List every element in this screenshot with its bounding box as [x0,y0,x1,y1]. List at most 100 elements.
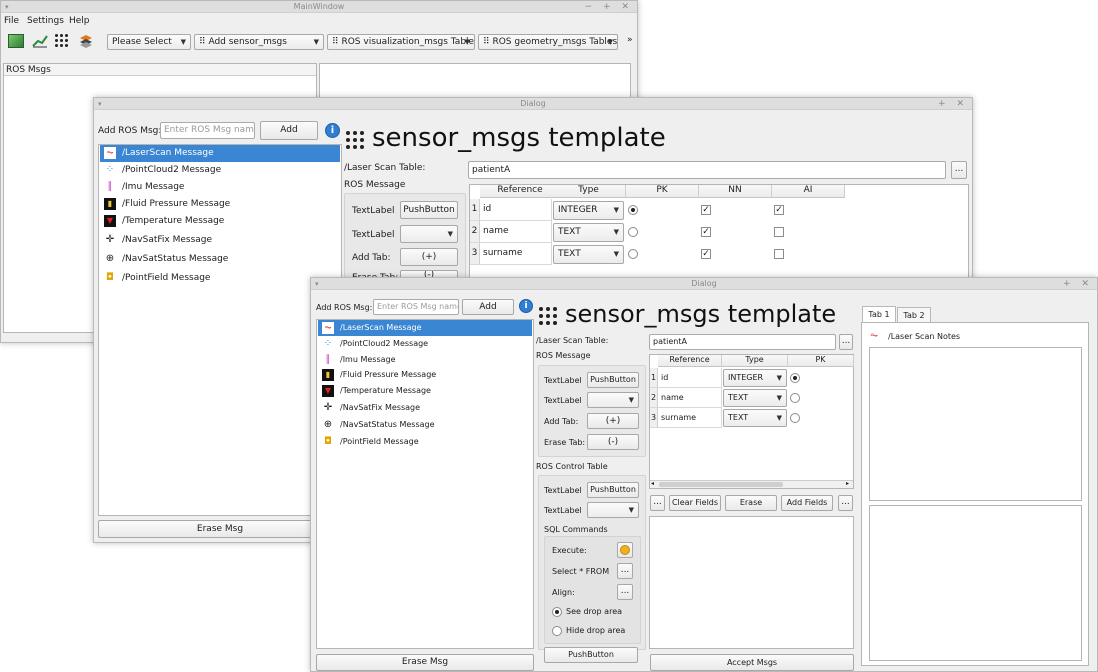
horizontal-scrollbar[interactable]: ◂ ▸ [650,480,853,488]
type-combo[interactable]: INTEGER ▼ [553,201,624,220]
menu-file[interactable]: File [4,16,19,26]
add-button[interactable]: Add [462,299,514,315]
table-header-reference[interactable]: Reference [658,355,722,367]
list-item[interactable]: ✛ /NavSatFix Message [100,232,340,249]
table-header-type[interactable]: Type [722,355,788,367]
type-combo[interactable]: TEXT ▼ [723,389,787,407]
grid-dots-icon[interactable] [55,34,69,48]
table-more-button[interactable]: ... [951,161,967,179]
hide-drop-radio[interactable] [552,626,562,636]
fields-more-right-button[interactable]: ... [838,495,853,511]
window-menu-icon[interactable]: ▾ [98,98,102,110]
ref-cell[interactable]: id [658,368,722,388]
notes-area-top[interactable] [869,347,1082,501]
table-header-pk[interactable]: PK [788,355,854,367]
ref-cell[interactable]: id [480,199,552,221]
list-item[interactable]: ▮ /Fluid Pressure Message [100,196,340,213]
erase-msg-button[interactable]: Erase Msg [98,520,342,538]
scroll-left-icon[interactable]: ◂ [651,480,654,487]
drop-area[interactable] [649,516,854,649]
ai-checkbox[interactable] [774,227,784,237]
window-controls[interactable]: − + ✕ [585,1,633,13]
type-combo[interactable]: INTEGER ▼ [723,369,787,387]
list-item[interactable]: ▼ /Temperature Message [318,383,532,399]
ros-vis-combo[interactable]: ⠿ ROS visualization_msgs Tables ▼ [327,34,475,50]
fields-more-left-button[interactable]: ... [650,495,665,511]
pk-radio[interactable] [628,249,638,259]
dialog-front-titlebar[interactable]: ▾ Dialog + ✕ [311,278,1097,290]
pk-radio[interactable] [790,373,800,383]
window-menu-icon[interactable]: ▾ [5,1,9,13]
scroll-right-icon[interactable]: ▸ [846,480,849,487]
dialog-back-titlebar[interactable]: ▾ Dialog + ✕ [94,98,972,110]
push-button-bottom[interactable]: PushButton [544,647,638,663]
please-select-combo[interactable]: Please Select ▼ [107,34,191,50]
list-item[interactable]: ⏦ /LaserScan Message [318,320,532,336]
list-item[interactable]: ⊕ /NavSatStatus Message [100,251,340,268]
menu-help[interactable]: Help [69,16,90,26]
chart-green-icon[interactable] [8,34,24,48]
list-item[interactable]: ✛ /NavSatFix Message [318,400,532,416]
list-item[interactable]: ∥ /Imu Message [318,352,532,368]
line-chart-icon[interactable] [32,34,48,48]
ros-msg-name-input[interactable]: Enter ROS Msg name [160,122,255,139]
ai-checkbox[interactable]: ✓ [774,205,784,215]
ros-msg-name-input[interactable]: Enter ROS Msg name [373,299,459,315]
push-button[interactable]: PushButton [400,201,458,219]
type-combo[interactable]: TEXT ▼ [553,223,624,242]
pk-radio[interactable] [628,205,638,215]
window-controls[interactable]: + ✕ [1063,278,1093,290]
list-item[interactable]: ◘ /PointField Message [100,270,340,287]
textlabel-combo[interactable]: ▼ [587,502,639,518]
list-item[interactable]: ⊕ /NavSatStatus Message [318,417,532,433]
layers-icon[interactable] [79,34,93,48]
table-name-input[interactable]: patientA [468,161,946,179]
ref-cell[interactable]: surname [480,243,552,265]
nn-checkbox[interactable]: ✓ [701,205,711,215]
table-header-type[interactable]: Type [552,185,626,198]
push-button[interactable]: PushButton [587,372,639,388]
window-controls[interactable]: + ✕ [938,98,968,110]
toolbar-extension-icon[interactable]: » [627,35,633,45]
list-item[interactable]: ▮ /Fluid Pressure Message [318,367,532,383]
erase-msg-button[interactable]: Erase Msg [316,654,534,671]
erase-button[interactable]: Erase [725,495,777,511]
info-icon[interactable]: i [325,123,340,138]
ref-cell[interactable]: name [480,221,552,243]
push-button[interactable]: PushButton [587,482,639,498]
textlabel-combo[interactable]: ▼ [400,225,458,243]
add-sensor-combo[interactable]: ⠿ Add sensor_msgs ▼ [194,34,324,50]
textlabel-combo[interactable]: ▼ [587,392,639,408]
add-fields-button[interactable]: Add Fields [781,495,833,511]
erase-tab-button[interactable]: (-) [587,434,639,450]
table-header-reference[interactable]: Reference [480,185,561,198]
accept-msgs-button[interactable]: Accept Msgs [650,654,854,671]
pk-radio[interactable] [628,227,638,237]
align-more-button[interactable]: ... [617,584,633,600]
execute-button[interactable] [617,542,633,558]
list-item[interactable]: ◘ /PointField Message [318,434,532,450]
add-button[interactable]: Add [260,121,318,140]
table-name-input[interactable]: patientA [649,334,836,350]
add-tab-button[interactable]: (+) [587,413,639,429]
type-combo[interactable]: TEXT ▼ [553,245,624,264]
info-icon[interactable]: i [519,299,533,313]
pk-radio[interactable] [790,393,800,403]
list-item[interactable]: ⏦ /LaserScan Message [100,145,340,162]
tab-2[interactable]: Tab 2 [897,307,931,322]
list-item[interactable]: ⁘ /PointCloud2 Message [100,162,340,179]
ai-checkbox[interactable] [774,249,784,259]
list-item[interactable]: ∥ /Imu Message [100,179,340,196]
nn-checkbox[interactable]: ✓ [701,227,711,237]
add-tab-button[interactable]: (+) [400,248,458,266]
see-drop-radio[interactable] [552,607,562,617]
table-header-pk[interactable]: PK [626,185,699,198]
scrollbar-handle[interactable] [659,482,783,487]
notes-area-bottom[interactable] [869,505,1082,661]
clear-fields-button[interactable]: Clear Fields [669,495,721,511]
table-header-ai[interactable]: AI [772,185,845,198]
nn-checkbox[interactable]: ✓ [701,249,711,259]
menu-settings[interactable]: Settings [27,16,64,26]
tab-1[interactable]: Tab 1 [862,306,896,322]
table-more-button[interactable]: ... [839,334,853,350]
